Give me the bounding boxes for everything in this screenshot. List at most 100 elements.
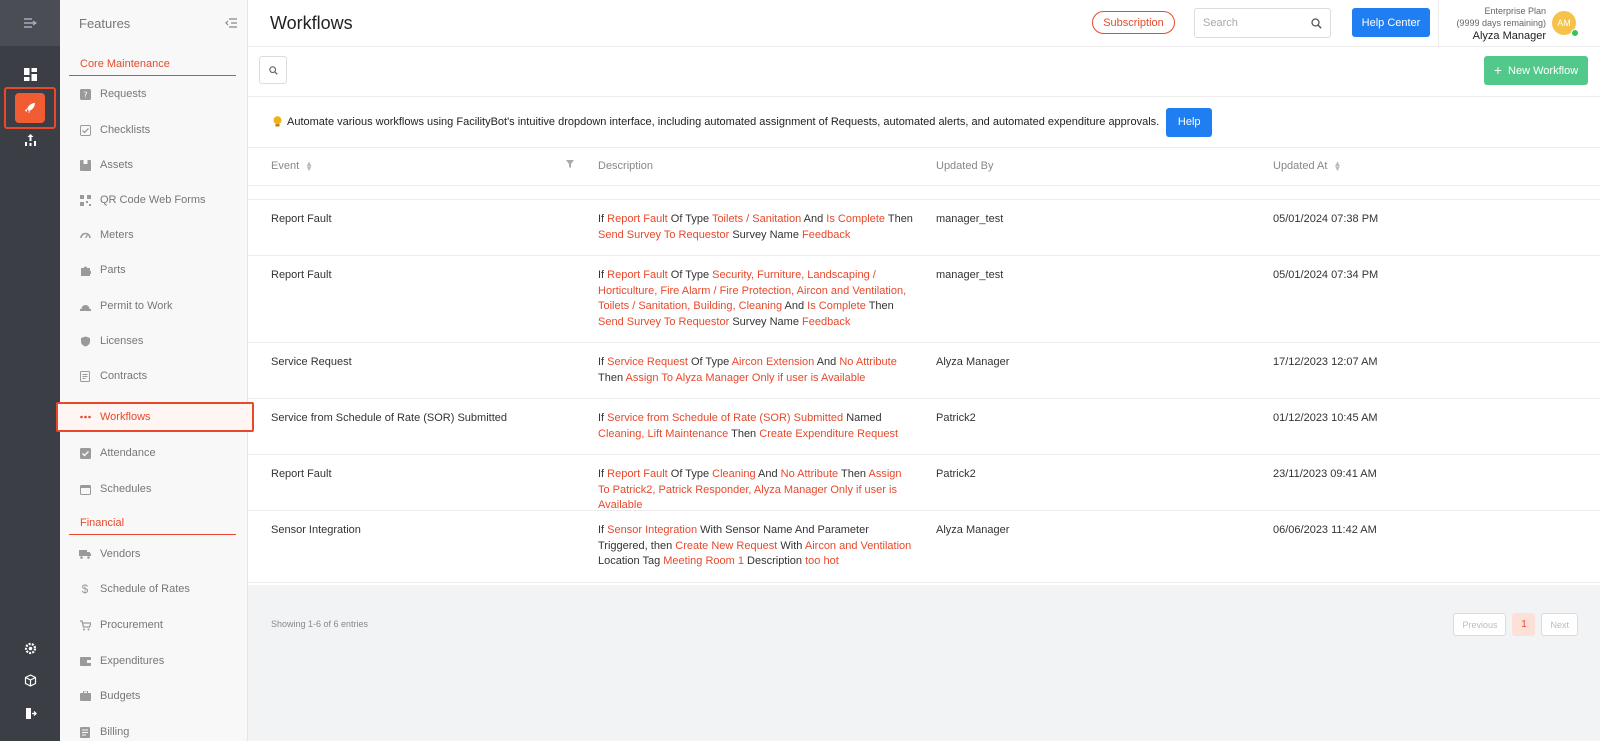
description-keyword: Feedback [802,316,851,329]
sidebar-item-attendance[interactable]: Attendance [60,438,248,468]
description-keyword: Aircon and Ventilation [804,539,912,552]
sidebar-item-label: Workflows [100,411,151,423]
column-filter-event[interactable] [566,160,574,168]
check-square-icon [79,447,91,459]
plan-name: Enterprise Plan [1484,6,1546,16]
sidebar-item-workflows[interactable]: Workflows [56,402,254,432]
sidebar-item-label: Billing [100,726,130,738]
description-keyword: Assign To Alyza Manager Only if user is … [625,371,866,384]
sort-icon[interactable]: ▲ ▼ [305,160,313,173]
cart-icon [79,619,91,631]
subscription-button[interactable]: Subscription [1092,11,1175,34]
description-keyword: Create New Request [675,539,778,552]
next-page-button[interactable]: Next [1541,613,1578,636]
sidebar-item-expenditures[interactable]: Expenditures [60,646,248,676]
description-text: If [598,356,608,368]
table-header: Event ▲ ▼ Description Updated By Updated … [248,148,1600,186]
collapse-sidebar-icon[interactable] [225,16,237,31]
help-button[interactable]: Help [1166,107,1213,137]
sidebar-item-checklists[interactable]: Checklists [60,115,248,145]
sidebar-item-schedule-of-rates[interactable]: $ Schedule of Rates [60,574,248,604]
description-keyword: Feedback [802,228,851,241]
cell-updated-by: Patrick2 [936,468,976,480]
column-label: Event [271,160,300,172]
table-row[interactable]: Report Fault If Report Fault Of Type Cle… [248,455,1600,511]
new-workflow-button[interactable]: + New Workflow [1484,56,1588,85]
sidebar-item-permit-to-work[interactable]: Permit to Work [60,291,248,321]
description-text: If [598,412,608,424]
sidebar-item-billing[interactable]: Billing [60,717,248,741]
description-keyword: Service from Schedule of Rate (SOR) Subm… [607,412,844,424]
app-rail [0,0,60,741]
sort-icon[interactable]: ▲ ▼ [1333,160,1341,173]
pagination: Previous 1 Next [1453,613,1578,636]
sidebar-item-parts[interactable]: Parts [60,255,248,285]
description-text: If [598,524,608,536]
sidebar-item-budgets[interactable]: Budgets [60,681,248,711]
header-divider [1438,0,1439,46]
table-row[interactable]: Service Request If Service Request Of Ty… [248,343,1600,399]
global-search[interactable] [1194,8,1331,38]
user-name[interactable]: Alyza Manager [1456,29,1546,43]
cube-icon[interactable] [0,672,60,688]
sidebar-item-contracts[interactable]: Contracts [60,361,248,391]
table-row[interactable]: Report Fault If Report Fault Of Type Sec… [248,256,1600,343]
avatar-initials: AM [1557,18,1571,28]
new-workflow-label: New Workflow [1508,64,1579,77]
sidebar-item-licenses[interactable]: Licenses [60,326,248,356]
sidebar-item-meters[interactable]: Meters [60,220,248,250]
cell-description: If Service Request Of Type Aircon Extens… [598,355,913,386]
description-keyword: No Attribute [839,356,897,368]
cell-description: If Service from Schedule of Rate (SOR) S… [598,411,913,442]
dollar-icon: $ [81,582,89,596]
previous-page-button[interactable]: Previous [1453,613,1507,636]
sidebar-item-qr-code-web-forms[interactable]: QR Code Web Forms [60,185,248,215]
table-row[interactable]: Sensor Integration If Sensor Integration… [248,511,1600,583]
sidebar-item-label: Budgets [100,690,141,702]
sidebar-item-procurement[interactable]: Procurement [60,610,248,640]
settings-icon[interactable] [0,640,60,656]
sidebar-item-label: Assets [100,159,134,171]
column-header-event[interactable]: Event ▲ ▼ [271,160,313,173]
search-icon[interactable] [1311,17,1322,29]
column-header-updated-at[interactable]: Updated At ▲ ▼ [1273,160,1341,173]
features-header: Features [60,0,247,46]
cell-updated-at: 05/01/2024 07:34 PM [1273,269,1379,281]
menu-expand-icon [24,18,37,28]
help-center-button[interactable]: Help Center [1352,8,1430,37]
dashboard-icon[interactable] [0,66,60,82]
description-text: Then [838,468,869,480]
avatar[interactable]: AM [1552,11,1579,37]
table-row[interactable]: Service from Schedule of Rate (SOR) Subm… [248,399,1600,455]
analytics-icon[interactable] [0,131,60,147]
sidebar-item-label: Parts [100,264,126,276]
description-keyword: Is Complete [826,213,885,225]
cell-description: If Report Fault Of Type Toilets / Sanita… [598,212,913,243]
cell-updated-by: Alyza Manager [936,524,1010,536]
search-input[interactable] [1203,17,1303,29]
description-text: Then [885,213,913,225]
sidebar-item-schedules[interactable]: Schedules [60,474,248,504]
features-sidebar: Features Core Maintenance ? Requests Che… [56,0,254,741]
sidebar-item-label: Requests [100,88,147,100]
plan-info: Enterprise Plan (9999 days remaining) Al… [1456,5,1546,43]
collapse-rail-button[interactable] [0,0,60,46]
description-keyword: No Attribute [780,468,839,480]
description-text: Survey Name [729,228,803,241]
table-row[interactable]: Report Fault If Report Fault Of Type Toi… [248,200,1600,256]
dots-icon [79,411,91,423]
sidebar-item-label: Schedule of Rates [100,583,190,595]
sidebar-item-vendors[interactable]: Vendors [60,539,248,569]
logout-icon[interactable] [0,705,60,721]
entries-count: Showing 1-6 of 6 entries [271,619,369,629]
description-keyword: Sensor Integration [607,524,698,536]
cell-updated-by: manager_test [936,269,1004,281]
sidebar-item-label: Meters [100,229,134,241]
sidebar-item-assets[interactable]: Assets [60,150,248,180]
cell-description: If Report Fault Of Type Security, Furnit… [598,268,913,331]
page-number-button[interactable]: 1 [1512,613,1536,636]
sidebar-item-requests[interactable]: ? Requests [60,79,248,109]
sidebar-item-label: Attendance [100,447,156,459]
table-search-button[interactable] [259,56,287,84]
features-rail-button[interactable] [4,87,56,129]
